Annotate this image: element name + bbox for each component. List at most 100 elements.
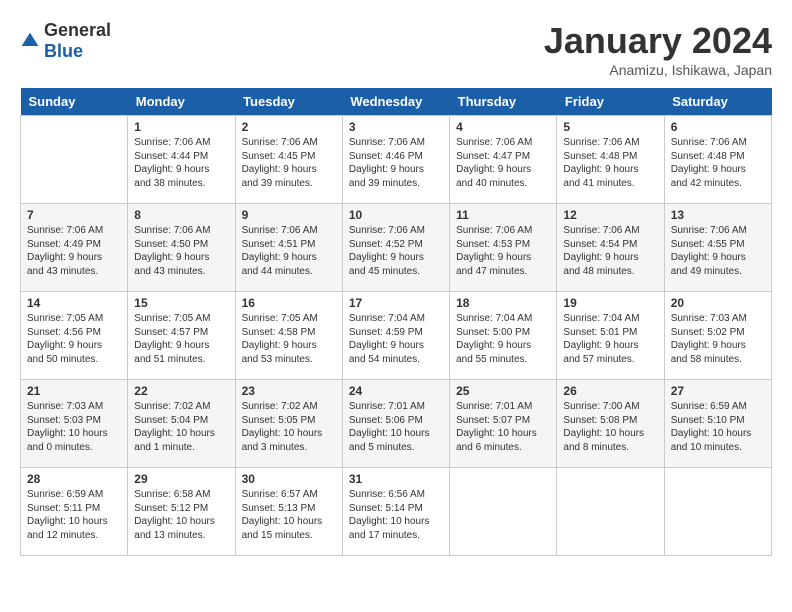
calendar-cell: 19 Sunrise: 7:04 AMSunset: 5:01 PMDayligh… — [557, 292, 664, 380]
weekday-header-row: SundayMondayTuesdayWednesdayThursdayFrid… — [21, 88, 772, 116]
day-number: 23 — [242, 384, 336, 398]
day-info: Sunrise: 7:03 AMSunset: 5:03 PMDaylight:… — [27, 400, 121, 454]
day-number: 1 — [134, 120, 228, 134]
day-number: 15 — [134, 296, 228, 310]
day-info: Sunrise: 7:04 AMSunset: 4:59 PMDaylight:… — [349, 312, 443, 366]
calendar-cell: 28Sunrise: 6:59 AMSunset: 5:11 PMDayligh… — [21, 468, 128, 556]
calendar-cell: 30 Sunrise: 6:57 AMSunset: 5:13 PMDayligh… — [235, 468, 342, 556]
calendar-cell: 2Sunrise: 7:06 AMSunset: 4:45 PMDaylight… — [235, 116, 342, 204]
day-info: Sunrise: 7:02 AMSunset: 5:04 PMDaylight:… — [134, 400, 228, 454]
day-number: 16 — [242, 296, 336, 310]
calendar-cell: 9 Sunrise: 7:06 AMSunset: 4:51 PMDaylight… — [235, 204, 342, 292]
weekday-header-wednesday: Wednesday — [342, 88, 449, 116]
week-row-5: 28Sunrise: 6:59 AMSunset: 5:11 PMDayligh… — [21, 468, 772, 556]
day-number: 26 — [563, 384, 657, 398]
calendar-cell: 17 Sunrise: 7:04 AMSunset: 4:59 PMDayligh… — [342, 292, 449, 380]
day-number: 28 — [27, 472, 121, 486]
day-info: Sunrise: 7:06 AMSunset: 4:48 PMDaylight:… — [671, 136, 765, 190]
calendar-cell: 5 Sunrise: 7:06 AMSunset: 4:48 PMDaylight… — [557, 116, 664, 204]
day-info: Sunrise: 7:05 AMSunset: 4:57 PMDaylight:… — [134, 312, 228, 366]
calendar-cell: 7 Sunrise: 7:06 AMSunset: 4:49 PMDaylight… — [21, 204, 128, 292]
day-number: 7 — [27, 208, 121, 222]
day-info: Sunrise: 6:57 AMSunset: 5:13 PMDaylight:… — [242, 488, 336, 542]
day-info: Sunrise: 7:01 AMSunset: 5:06 PMDaylight:… — [349, 400, 443, 454]
day-info: Sunrise: 7:06 AMSunset: 4:55 PMDaylight:… — [671, 224, 765, 278]
calendar-cell: 20 Sunrise: 7:03 AMSunset: 5:02 PMDayligh… — [664, 292, 771, 380]
day-number: 25 — [456, 384, 550, 398]
day-number: 3 — [349, 120, 443, 134]
calendar-cell: 29 Sunrise: 6:58 AMSunset: 5:12 PMDayligh… — [128, 468, 235, 556]
day-info: Sunrise: 7:06 AMSunset: 4:53 PMDaylight:… — [456, 224, 550, 278]
weekday-header-monday: Monday — [128, 88, 235, 116]
calendar-cell: 11 Sunrise: 7:06 AMSunset: 4:53 PMDayligh… — [450, 204, 557, 292]
weekday-header-saturday: Saturday — [664, 88, 771, 116]
calendar-cell: 4 Sunrise: 7:06 AMSunset: 4:47 PMDaylight… — [450, 116, 557, 204]
day-number: 20 — [671, 296, 765, 310]
calendar-cell: 26 Sunrise: 7:00 AMSunset: 5:08 PMDayligh… — [557, 380, 664, 468]
calendar-subtitle: Anamizu, Ishikawa, Japan — [544, 62, 772, 78]
calendar-cell: 21Sunrise: 7:03 AMSunset: 5:03 PMDayligh… — [21, 380, 128, 468]
day-number: 4 — [456, 120, 550, 134]
calendar-cell: 8Sunrise: 7:06 AMSunset: 4:50 PMDaylight… — [128, 204, 235, 292]
day-info: Sunrise: 7:03 AMSunset: 5:02 PMDaylight:… — [671, 312, 765, 366]
weekday-header-thursday: Thursday — [450, 88, 557, 116]
calendar-cell: 16 Sunrise: 7:05 AMSunset: 4:58 PMDayligh… — [235, 292, 342, 380]
day-info: Sunrise: 7:05 AMSunset: 4:58 PMDaylight:… — [242, 312, 336, 366]
day-info: Sunrise: 7:06 AMSunset: 4:50 PMDaylight:… — [134, 224, 228, 278]
calendar-cell — [21, 116, 128, 204]
day-info: Sunrise: 7:06 AMSunset: 4:54 PMDaylight:… — [563, 224, 657, 278]
day-info: Sunrise: 7:06 AMSunset: 4:52 PMDaylight:… — [349, 224, 443, 278]
logo-text: General Blue — [44, 20, 111, 62]
logo-blue: Blue — [44, 41, 83, 61]
calendar-cell: 25 Sunrise: 7:01 AMSunset: 5:07 PMDayligh… — [450, 380, 557, 468]
week-row-2: 7 Sunrise: 7:06 AMSunset: 4:49 PMDaylight… — [21, 204, 772, 292]
day-info: Sunrise: 7:06 AMSunset: 4:44 PMDaylight:… — [134, 136, 228, 190]
calendar-cell: 22Sunrise: 7:02 AMSunset: 5:04 PMDayligh… — [128, 380, 235, 468]
day-number: 30 — [242, 472, 336, 486]
day-number: 19 — [563, 296, 657, 310]
week-row-3: 14 Sunrise: 7:05 AMSunset: 4:56 PMDayligh… — [21, 292, 772, 380]
day-number: 27 — [671, 384, 765, 398]
calendar-cell — [450, 468, 557, 556]
calendar-cell: 10 Sunrise: 7:06 AMSunset: 4:52 PMDayligh… — [342, 204, 449, 292]
weekday-header-friday: Friday — [557, 88, 664, 116]
day-number: 5 — [563, 120, 657, 134]
page-header: General Blue January 2024 Anamizu, Ishik… — [20, 20, 772, 78]
day-number: 18 — [456, 296, 550, 310]
day-info: Sunrise: 6:58 AMSunset: 5:12 PMDaylight:… — [134, 488, 228, 542]
day-info: Sunrise: 7:06 AMSunset: 4:49 PMDaylight:… — [27, 224, 121, 278]
calendar-title: January 2024 — [544, 20, 772, 62]
calendar-table: SundayMondayTuesdayWednesdayThursdayFrid… — [20, 88, 772, 556]
calendar-cell: 13Sunrise: 7:06 AMSunset: 4:55 PMDayligh… — [664, 204, 771, 292]
title-section: January 2024 Anamizu, Ishikawa, Japan — [544, 20, 772, 78]
calendar-cell: 31Sunrise: 6:56 AMSunset: 5:14 PMDayligh… — [342, 468, 449, 556]
calendar-cell: 24 Sunrise: 7:01 AMSunset: 5:06 PMDayligh… — [342, 380, 449, 468]
logo-icon — [20, 31, 40, 51]
day-number: 29 — [134, 472, 228, 486]
day-number: 12 — [563, 208, 657, 222]
day-info: Sunrise: 7:06 AMSunset: 4:46 PMDaylight:… — [349, 136, 443, 190]
day-number: 24 — [349, 384, 443, 398]
calendar-cell: 27Sunrise: 6:59 AMSunset: 5:10 PMDayligh… — [664, 380, 771, 468]
day-number: 17 — [349, 296, 443, 310]
calendar-cell: 12 Sunrise: 7:06 AMSunset: 4:54 PMDayligh… — [557, 204, 664, 292]
day-info: Sunrise: 7:00 AMSunset: 5:08 PMDaylight:… — [563, 400, 657, 454]
day-number: 6 — [671, 120, 765, 134]
day-info: Sunrise: 7:06 AMSunset: 4:47 PMDaylight:… — [456, 136, 550, 190]
day-number: 10 — [349, 208, 443, 222]
day-info: Sunrise: 7:05 AMSunset: 4:56 PMDaylight:… — [27, 312, 121, 366]
day-info: Sunrise: 7:01 AMSunset: 5:07 PMDaylight:… — [456, 400, 550, 454]
week-row-1: 1 Sunrise: 7:06 AMSunset: 4:44 PMDaylight… — [21, 116, 772, 204]
day-info: Sunrise: 7:06 AMSunset: 4:51 PMDaylight:… — [242, 224, 336, 278]
day-info: Sunrise: 7:06 AMSunset: 4:45 PMDaylight:… — [242, 136, 336, 190]
day-number: 14 — [27, 296, 121, 310]
day-number: 9 — [242, 208, 336, 222]
logo-general: General — [44, 20, 111, 40]
day-info: Sunrise: 7:06 AMSunset: 4:48 PMDaylight:… — [563, 136, 657, 190]
day-number: 11 — [456, 208, 550, 222]
calendar-cell: 18Sunrise: 7:04 AMSunset: 5:00 PMDayligh… — [450, 292, 557, 380]
calendar-cell: 6 Sunrise: 7:06 AMSunset: 4:48 PMDaylight… — [664, 116, 771, 204]
calendar-cell: 3 Sunrise: 7:06 AMSunset: 4:46 PMDaylight… — [342, 116, 449, 204]
day-info: Sunrise: 7:04 AMSunset: 5:01 PMDaylight:… — [563, 312, 657, 366]
calendar-cell: 14 Sunrise: 7:05 AMSunset: 4:56 PMDayligh… — [21, 292, 128, 380]
